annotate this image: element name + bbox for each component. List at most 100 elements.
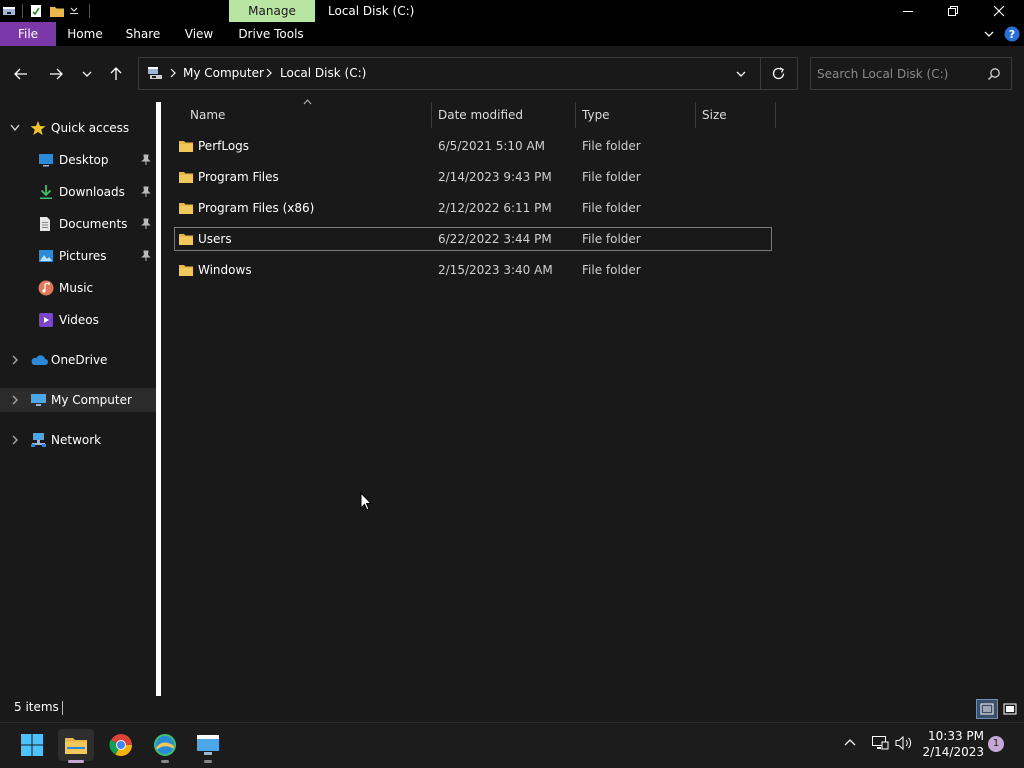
recent-locations-button[interactable] (75, 62, 99, 86)
restore-icon (948, 6, 958, 16)
properties-icon[interactable] (29, 4, 43, 18)
nav-label: OneDrive (51, 353, 108, 367)
search-box[interactable] (810, 57, 1012, 90)
chrome-icon (109, 734, 132, 756)
running-app-indicator (204, 760, 212, 763)
close-button[interactable] (976, 0, 1022, 22)
nav-label: Pictures (59, 249, 107, 263)
nav-label: Quick access (51, 121, 130, 135)
forward-button[interactable] (44, 62, 68, 86)
file-row[interactable]: PerfLogs 6/5/2021 5:10 AM File folder (174, 134, 772, 158)
notification-badge[interactable]: 1 (988, 736, 1004, 752)
file-row[interactable]: Program Files 2/14/2023 9:43 PM File fol… (174, 165, 772, 189)
manage-contextual-tab[interactable]: Manage (229, 0, 315, 22)
taskbar-chrome[interactable] (105, 729, 137, 761)
chevron-right-icon[interactable] (11, 355, 19, 365)
nav-item-onedrive[interactable]: OneDrive (0, 348, 156, 372)
videos-icon (38, 312, 54, 328)
nav-item-my-computer[interactable]: My Computer (0, 388, 156, 412)
file-row-focused[interactable]: Users 6/22/2022 3:44 PM File folder (174, 227, 772, 251)
tab-view[interactable]: View (178, 22, 220, 46)
file-type: File folder (582, 232, 641, 246)
chevron-down-icon[interactable] (10, 124, 20, 132)
nav-item-desktop[interactable]: Desktop (0, 148, 156, 172)
nav-label: Downloads (59, 185, 125, 199)
file-date: 2/12/2022 6:11 PM (438, 201, 552, 215)
item-count: 5 items (14, 700, 59, 714)
restore-button[interactable] (930, 0, 976, 22)
expand-ribbon-button[interactable] (982, 27, 996, 41)
tab-share[interactable]: Share (120, 22, 166, 46)
nav-item-downloads[interactable]: Downloads (0, 180, 156, 204)
network-status-icon[interactable] (871, 735, 889, 751)
up-button[interactable] (104, 62, 128, 86)
volume-icon[interactable] (895, 735, 913, 751)
pin-icon[interactable] (140, 218, 152, 230)
chevron-down-icon (82, 71, 92, 77)
nav-label: Network (51, 433, 102, 447)
onedrive-icon (30, 354, 48, 366)
details-view-button[interactable] (976, 699, 998, 719)
pin-icon[interactable] (140, 154, 152, 166)
address-history-button[interactable] (735, 68, 747, 80)
file-row[interactable]: Program Files (x86) 2/12/2022 6:11 PM Fi… (174, 196, 772, 220)
mouse-cursor-icon (360, 492, 372, 511)
file-type: File folder (582, 201, 641, 215)
taskbar-app-4[interactable] (192, 729, 224, 761)
nav-item-documents[interactable]: Documents (0, 212, 156, 236)
file-row[interactable]: Windows 2/15/2023 3:40 AM File folder (174, 258, 772, 282)
search-icon[interactable] (987, 67, 1001, 81)
back-button[interactable] (9, 62, 33, 86)
minimize-button[interactable] (885, 0, 931, 22)
pin-icon[interactable] (140, 186, 152, 198)
file-name: Program Files (x86) (198, 201, 315, 215)
column-divider[interactable] (575, 102, 576, 128)
refresh-icon (772, 67, 785, 80)
file-date: 6/5/2021 5:10 AM (438, 139, 546, 153)
nav-item-videos[interactable]: Videos (0, 308, 156, 332)
start-button[interactable] (16, 729, 48, 761)
clock-date[interactable]: 2/14/2023 (920, 745, 984, 759)
taskbar-app-3[interactable] (149, 729, 181, 761)
taskbar-file-explorer[interactable] (58, 729, 94, 761)
explorer-app-icon[interactable] (2, 4, 16, 18)
column-divider[interactable] (775, 102, 776, 128)
help-button[interactable]: ? (1004, 26, 1020, 42)
arrow-up-icon (110, 67, 122, 80)
window-title: Local Disk (C:) (328, 4, 415, 18)
chevron-right-icon[interactable] (11, 435, 19, 445)
new-folder-icon[interactable] (49, 4, 65, 18)
nav-item-quick-access[interactable]: Quick access (0, 116, 156, 140)
show-hidden-icons-button[interactable] (843, 736, 857, 750)
chevron-right-icon[interactable] (11, 395, 19, 405)
column-header-name[interactable]: Name (190, 102, 430, 128)
column-divider[interactable] (431, 102, 432, 128)
arrow-right-icon (50, 68, 63, 80)
breadcrumb-my-computer[interactable]: My Computer (183, 66, 264, 80)
customize-qat-icon[interactable] (69, 4, 79, 18)
nav-item-music[interactable]: Music (0, 276, 156, 300)
column-header-type[interactable]: Type (582, 102, 694, 128)
nav-label: My Computer (51, 393, 132, 407)
refresh-button[interactable] (771, 66, 786, 81)
nav-item-pictures[interactable]: Pictures (0, 244, 156, 268)
tab-home[interactable]: Home (62, 22, 108, 46)
breadcrumb-local-disk[interactable]: Local Disk (C:) (280, 66, 366, 80)
documents-icon (38, 216, 52, 232)
nav-item-network[interactable]: Network (0, 428, 156, 452)
search-input[interactable] (817, 58, 987, 89)
tab-file[interactable]: File (0, 22, 56, 46)
column-header-size[interactable]: Size (702, 102, 774, 128)
nav-label: Videos (59, 313, 99, 327)
column-header-date[interactable]: Date modified (438, 102, 574, 128)
address-bar[interactable]: My Computer Local Disk (C:) (138, 57, 798, 90)
active-app-indicator (68, 760, 84, 763)
file-date: 6/22/2022 3:44 PM (438, 232, 552, 246)
tab-drive-tools[interactable]: Drive Tools (234, 22, 308, 46)
file-type: File folder (582, 170, 641, 184)
chevron-down-icon (984, 31, 994, 37)
clock-time[interactable]: 10:33 PM (920, 729, 984, 743)
large-icons-view-button[interactable] (1000, 699, 1020, 719)
column-divider[interactable] (695, 102, 696, 128)
pin-icon[interactable] (140, 250, 152, 262)
